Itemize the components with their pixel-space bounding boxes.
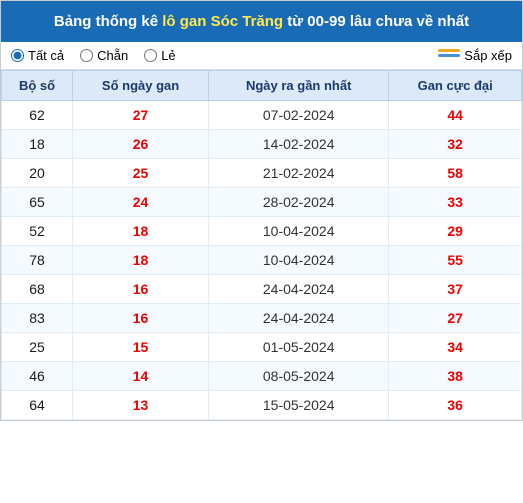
cell-ngaygan: 13 [73,391,209,420]
cell-boso: 52 [2,217,73,246]
table-row: 182614-02-202432 [2,130,522,159]
cell-gancucdai: 34 [389,333,522,362]
data-table: Bộ số Số ngày gan Ngày ra gần nhất Gan c… [1,70,522,420]
sort-button[interactable]: Sắp xếp [438,48,512,63]
cell-boso: 20 [2,159,73,188]
cell-ngaygan: 25 [73,159,209,188]
table-row: 202521-02-202458 [2,159,522,188]
page-header: Bảng thống kê lô gan Sóc Trăng từ 00-99 … [1,1,522,42]
filter-tatca-label: Tất cả [28,48,64,63]
filter-bar: Tất cả Chẵn Lẻ Sắp xếp [1,42,522,70]
cell-ngayra: 07-02-2024 [209,101,389,130]
filter-le[interactable]: Lẻ [144,48,175,63]
cell-ngaygan: 16 [73,304,209,333]
cell-boso: 65 [2,188,73,217]
table-row: 681624-04-202437 [2,275,522,304]
cell-ngayra: 24-04-2024 [209,275,389,304]
cell-boso: 78 [2,246,73,275]
cell-gancucdai: 33 [389,188,522,217]
cell-ngaygan: 18 [73,246,209,275]
cell-ngaygan: 18 [73,217,209,246]
filter-tatca[interactable]: Tất cả [11,48,64,63]
cell-ngayra: 15-05-2024 [209,391,389,420]
cell-boso: 83 [2,304,73,333]
cell-ngaygan: 14 [73,362,209,391]
table-row: 622707-02-202444 [2,101,522,130]
cell-ngayra: 24-04-2024 [209,304,389,333]
main-container: Bảng thống kê lô gan Sóc Trăng từ 00-99 … [0,0,523,421]
cell-ngayra: 08-05-2024 [209,362,389,391]
table-row: 781810-04-202455 [2,246,522,275]
cell-boso: 46 [2,362,73,391]
col-header-boso: Bộ số [2,71,73,101]
filter-chan[interactable]: Chẵn [80,48,128,63]
table-header-row: Bộ số Số ngày gan Ngày ra gần nhất Gan c… [2,71,522,101]
cell-ngayra: 10-04-2024 [209,246,389,275]
filter-le-radio[interactable] [144,49,157,62]
cell-gancucdai: 36 [389,391,522,420]
cell-ngaygan: 27 [73,101,209,130]
cell-gancucdai: 27 [389,304,522,333]
cell-ngayra: 01-05-2024 [209,333,389,362]
header-prefix: Bảng thống kê [54,13,162,30]
cell-gancucdai: 44 [389,101,522,130]
cell-boso: 62 [2,101,73,130]
filter-chan-label: Chẵn [97,48,128,63]
header-highlight: lô gan Sóc Trăng [162,13,283,30]
cell-boso: 18 [2,130,73,159]
cell-gancucdai: 29 [389,217,522,246]
table-row: 652428-02-202433 [2,188,522,217]
cell-ngaygan: 24 [73,188,209,217]
cell-gancucdai: 37 [389,275,522,304]
table-row: 641315-05-202436 [2,391,522,420]
col-header-gancucdai: Gan cực đại [389,71,522,101]
sort-icon [438,49,460,63]
col-header-ngayra: Ngày ra gần nhất [209,71,389,101]
table-row: 521810-04-202429 [2,217,522,246]
table-row: 461408-05-202438 [2,362,522,391]
table-row: 251501-05-202434 [2,333,522,362]
cell-ngaygan: 16 [73,275,209,304]
cell-boso: 64 [2,391,73,420]
cell-ngaygan: 15 [73,333,209,362]
cell-gancucdai: 58 [389,159,522,188]
sort-label: Sắp xếp [464,48,512,63]
cell-gancucdai: 32 [389,130,522,159]
col-header-ngaygan: Số ngày gan [73,71,209,101]
cell-boso: 68 [2,275,73,304]
cell-ngayra: 14-02-2024 [209,130,389,159]
cell-boso: 25 [2,333,73,362]
cell-gancucdai: 55 [389,246,522,275]
cell-ngayra: 21-02-2024 [209,159,389,188]
cell-ngaygan: 26 [73,130,209,159]
cell-ngayra: 10-04-2024 [209,217,389,246]
header-suffix: từ 00-99 lâu chưa về nhất [283,13,469,30]
cell-ngayra: 28-02-2024 [209,188,389,217]
filter-le-label: Lẻ [161,48,175,63]
cell-gancucdai: 38 [389,362,522,391]
filter-tatca-radio[interactable] [11,49,24,62]
table-row: 831624-04-202427 [2,304,522,333]
filter-chan-radio[interactable] [80,49,93,62]
